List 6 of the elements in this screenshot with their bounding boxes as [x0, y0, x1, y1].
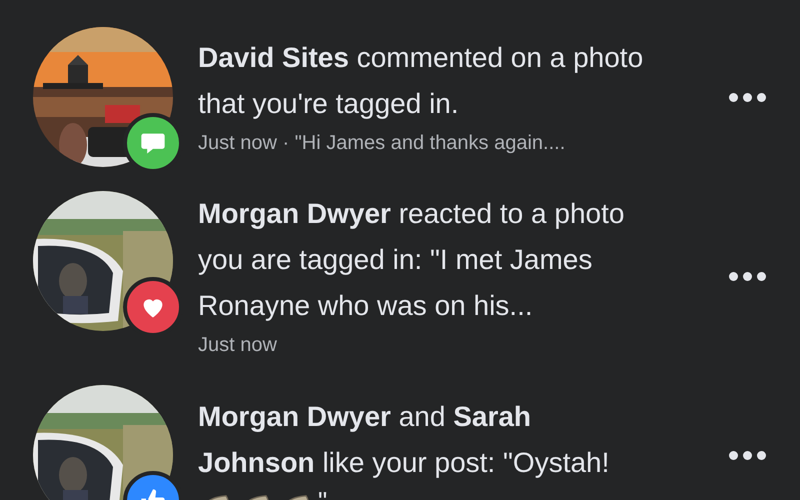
- notification-text: David Sites commented on a photo that you're tagged in.: [198, 41, 644, 121]
- notification-text: Morgan Dwyer and Sarah Johnson like your post: "Oystah!: [198, 400, 610, 480]
- notification-meta: Just now: [198, 333, 278, 358]
- notification-meta: Just now · "Hi James and thanks again....: [198, 131, 566, 156]
- quote-mark: ": [318, 486, 328, 500]
- notification-text: Morgan Dwyer reacted to a photo you are tagged in: "I met James Ronayne who was on his...: [198, 197, 626, 323]
